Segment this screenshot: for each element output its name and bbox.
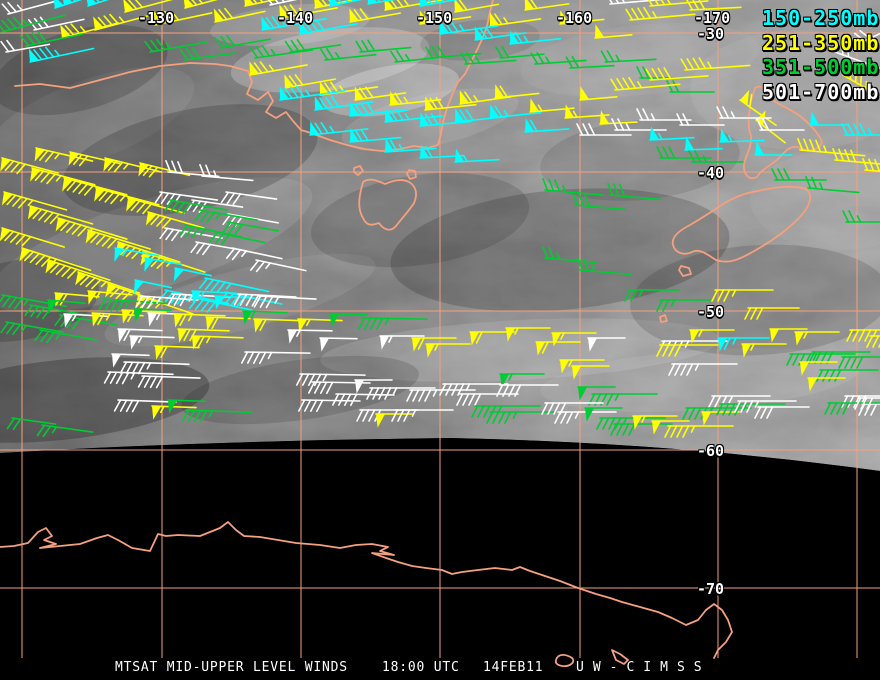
satellite-scene <box>0 0 880 680</box>
satellite-wind-image: -130 -140 -150 -160 -170 -30 -40 -50 -60 -70 150-… <box>0 0 880 680</box>
barb-staff <box>299 373 366 376</box>
barb-staff <box>361 317 428 320</box>
barb-staff <box>244 351 311 354</box>
